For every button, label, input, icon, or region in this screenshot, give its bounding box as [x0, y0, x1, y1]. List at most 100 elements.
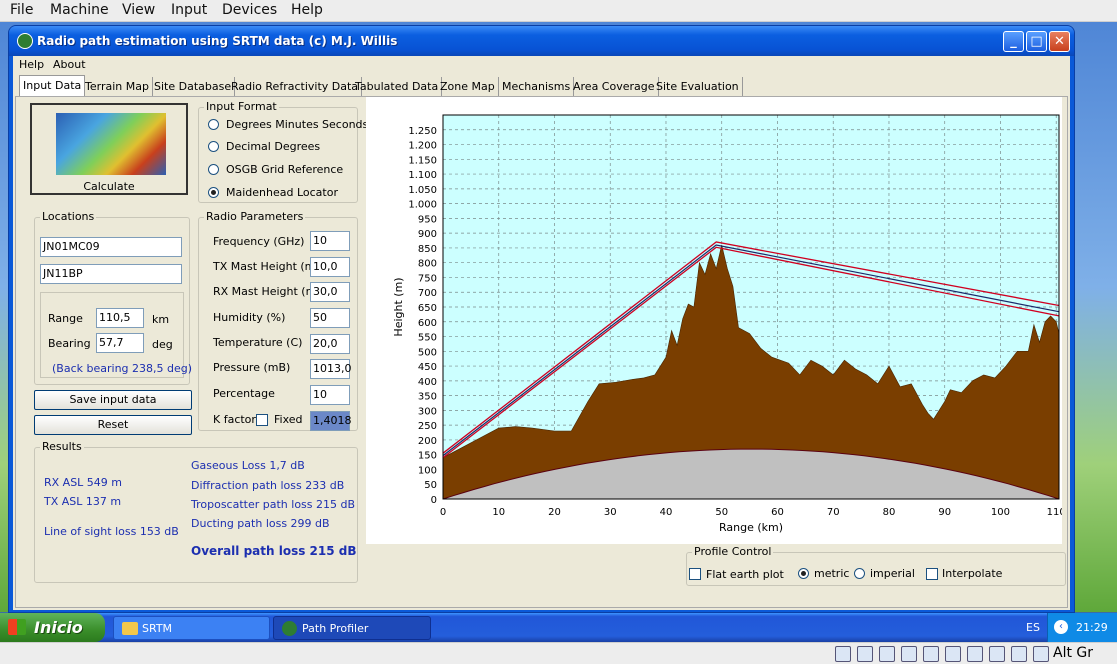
reset-button[interactable]: Reset [34, 415, 192, 435]
chevron-left-icon[interactable]: ‹ [1054, 620, 1068, 634]
network-icon[interactable] [967, 646, 983, 662]
language-indicator[interactable]: ES [1026, 621, 1040, 634]
host-menu-devices[interactable]: Devices [222, 2, 277, 18]
interpolate-checkbox[interactable] [926, 568, 938, 580]
temperature-input[interactable]: 20,0 [310, 334, 350, 354]
menu-bar: Help About [13, 56, 1070, 74]
host-menu-help[interactable]: Help [291, 2, 323, 18]
task-srtm-label: SRTM [142, 622, 173, 635]
windows-logo-icon [8, 619, 26, 635]
optical-drive-icon[interactable] [857, 646, 873, 662]
maximize-button[interactable]: □ [1026, 31, 1047, 52]
tab-site-evaluation[interactable]: Site Evaluation [653, 77, 743, 96]
radio-dms[interactable] [208, 119, 219, 130]
percentage-input[interactable]: 10 [310, 385, 350, 405]
tab-tabulated-data[interactable]: Tabulated Data [352, 77, 443, 96]
results-title: Results [40, 440, 84, 453]
tab-site-database[interactable]: Site Database [151, 77, 236, 96]
host-menu-input[interactable]: Input [171, 2, 207, 18]
tx-height-label: TX Mast Height (m) [213, 260, 320, 273]
tab-area-coverage[interactable]: Area Coverage [570, 77, 659, 96]
save-input-button[interactable]: Save input data [34, 390, 192, 410]
calculate-button[interactable]: Calculate [30, 103, 188, 195]
x-tick-label: 40 [660, 507, 673, 518]
y-tick-label: 400 [418, 377, 437, 388]
tab-radio-refractivity[interactable]: Radio Refractivity Data [228, 77, 363, 96]
y-tick-label: 350 [418, 392, 437, 403]
imperial-radio[interactable] [854, 568, 865, 579]
mouse-capture-icon[interactable] [1033, 646, 1049, 662]
minimize-button[interactable]: _ [1003, 31, 1024, 52]
radio-maidenhead-label: Maidenhead Locator [226, 186, 338, 199]
tab-zone-map[interactable]: Zone Map [437, 77, 499, 96]
y-tick-label: 900 [418, 229, 437, 240]
start-button[interactable]: Inicio [0, 613, 105, 642]
host-key-indicator: Alt Gr [1053, 645, 1094, 661]
radio-maidenhead[interactable] [208, 187, 219, 198]
radio-dms-label: Degrees Minutes Seconds [226, 118, 369, 131]
y-tick-label: 450 [418, 362, 437, 373]
start-label: Inicio [34, 618, 83, 637]
y-tick-label: 100 [418, 465, 437, 476]
floppy-icon[interactable] [879, 646, 895, 662]
y-tick-label: 250 [418, 421, 437, 432]
pressure-input[interactable]: 1013,0 [310, 359, 352, 379]
task-path-profiler-label: Path Profiler [302, 622, 369, 635]
overall-loss-text: Overall path loss 215 dB [191, 544, 357, 558]
radio-decimal[interactable] [208, 141, 219, 152]
display-icon[interactable] [945, 646, 961, 662]
x-tick-label: 80 [883, 507, 896, 518]
europe-map-icon [56, 113, 166, 175]
humidity-label: Humidity (%) [213, 311, 286, 324]
y-tick-label: 0 [431, 495, 437, 506]
tab-terrain-map[interactable]: Terrain Map [82, 77, 153, 96]
path-profile-chart: 0501001502002503003504004505005506006507… [366, 97, 1062, 544]
folder-icon [122, 622, 138, 635]
y-tick-label: 1.050 [408, 185, 437, 196]
tx-height-input[interactable]: 10,0 [310, 257, 350, 277]
imperial-label: imperial [870, 567, 915, 580]
diffraction-loss-text: Diffraction path loss 233 dB [191, 479, 345, 492]
frequency-input[interactable]: 10 [310, 231, 350, 251]
pen-icon[interactable] [901, 646, 917, 662]
gaseous-loss-text: Gaseous Loss 1,7 dB [191, 459, 305, 472]
usb-icon[interactable] [989, 646, 1005, 662]
host-menu-machine[interactable]: Machine [50, 2, 109, 18]
host-menu-file[interactable]: File [10, 2, 33, 18]
menu-about[interactable]: About [53, 58, 86, 71]
title-bar[interactable]: Radio path estimation using SRTM data (c… [9, 26, 1074, 56]
ducting-loss-text: Ducting path loss 299 dB [191, 517, 330, 530]
y-tick-label: 950 [418, 214, 437, 225]
host-menubar: File Machine View Input Devices Help [0, 0, 1117, 22]
app-globe-icon [282, 621, 297, 636]
task-srtm[interactable]: SRTM [113, 616, 270, 640]
location1-input[interactable]: JN01MC09 [40, 237, 182, 257]
hdd-icon[interactable] [835, 646, 851, 662]
recording-icon[interactable] [1011, 646, 1027, 662]
fixed-checkbox[interactable] [256, 414, 268, 426]
location2-input[interactable]: JN11BP [40, 264, 182, 284]
tab-panel: Calculate Input Format Degrees Minutes S… [15, 96, 1068, 608]
rx-height-input[interactable]: 30,0 [310, 282, 350, 302]
bearing-unit: deg [152, 338, 173, 351]
metric-radio[interactable] [798, 568, 809, 579]
y-tick-label: 650 [418, 303, 437, 314]
host-menu-view[interactable]: View [122, 2, 155, 18]
tab-mechanisms[interactable]: Mechanisms [499, 77, 575, 96]
x-tick-label: 110 [1047, 507, 1062, 518]
y-tick-label: 550 [418, 333, 437, 344]
folder-share-icon[interactable] [923, 646, 939, 662]
pressure-label: Pressure (mB) [213, 361, 291, 374]
tab-input-data[interactable]: Input Data [19, 75, 86, 97]
tx-asl-text: TX ASL 137 m [44, 495, 122, 508]
y-tick-label: 200 [418, 436, 437, 447]
menu-help[interactable]: Help [19, 58, 44, 71]
bearing-label: Bearing [48, 337, 91, 350]
humidity-input[interactable]: 50 [310, 308, 350, 328]
task-path-profiler[interactable]: Path Profiler [273, 616, 431, 640]
radio-osgb[interactable] [208, 164, 219, 175]
flat-earth-checkbox[interactable] [689, 568, 701, 580]
close-button[interactable]: ✕ [1049, 31, 1070, 52]
y-axis-label: Height (m) [392, 277, 405, 336]
calculate-label: Calculate [83, 180, 135, 193]
